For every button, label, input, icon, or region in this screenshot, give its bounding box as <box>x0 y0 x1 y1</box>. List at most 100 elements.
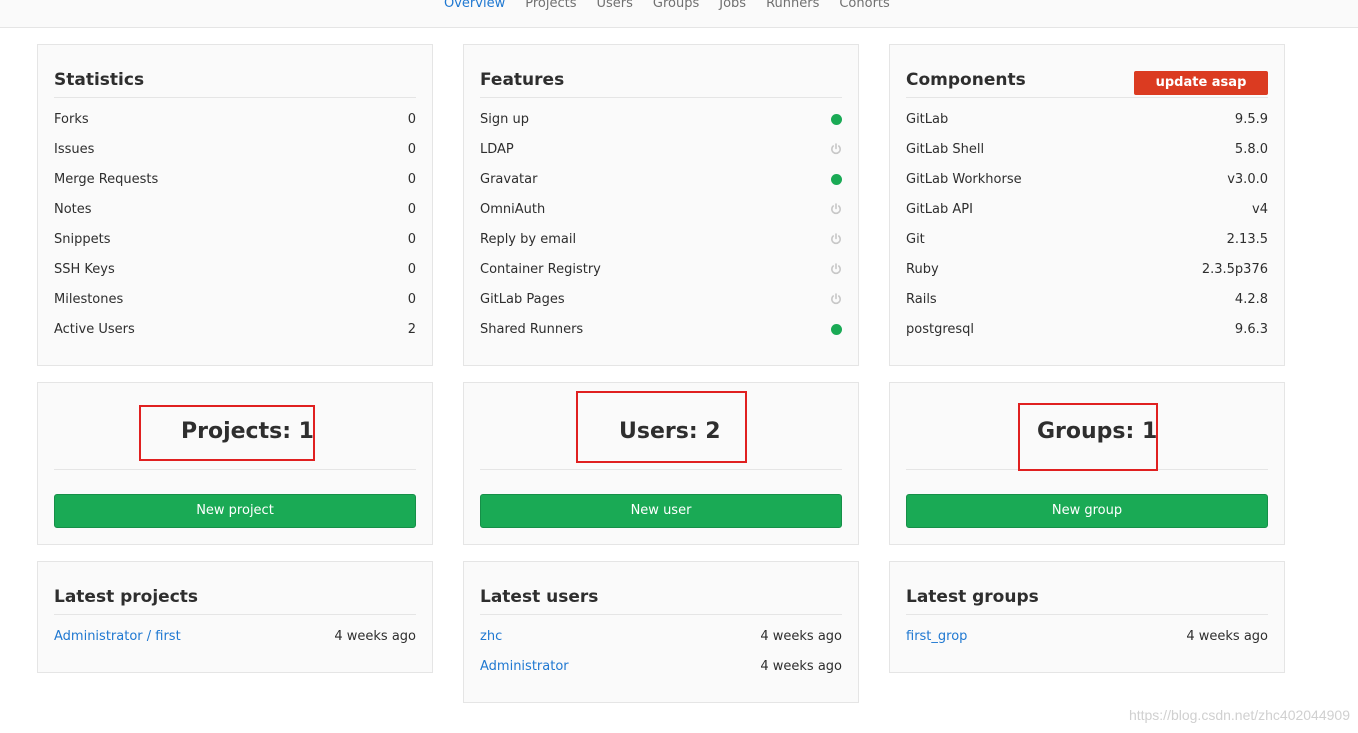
new-project-button[interactable]: New project <box>54 494 416 528</box>
feature-label: GitLab Pages <box>480 291 565 307</box>
feature-row: Shared Runners <box>480 314 842 344</box>
users-highlight-box <box>576 391 747 463</box>
time-ago: 4 weeks ago <box>760 628 842 644</box>
component-version: 5.8.0 <box>1234 141 1268 157</box>
feature-label: Shared Runners <box>480 321 584 337</box>
admin-top-nav: Overview Projects Users Groups Jobs Runn… <box>0 0 1358 28</box>
feature-row: Sign up <box>480 104 842 134</box>
tab-jobs[interactable]: Jobs <box>719 0 746 12</box>
power-off-icon <box>830 233 842 245</box>
component-label: GitLab Shell <box>906 141 985 157</box>
features-list: Sign up LDAP Gravatar OmniAuth Reply by emai… <box>480 104 842 344</box>
statistic-value: 0 <box>407 291 416 307</box>
feature-label: Reply by email <box>480 231 577 247</box>
statistic-value: 0 <box>407 261 416 277</box>
component-row: Rails 4.2.8 <box>906 284 1268 314</box>
component-label: postgresql <box>906 321 975 337</box>
user-link[interactable]: zhc <box>480 629 502 644</box>
feature-row: GitLab Pages <box>480 284 842 314</box>
statistic-row: Issues 0 <box>54 134 416 164</box>
statistics-list: Forks 0 Issues 0 Merge Requests 0 Notes 0 Snippe… <box>54 104 416 344</box>
new-group-button[interactable]: New group <box>906 494 1268 528</box>
statistic-row: Merge Requests 0 <box>54 164 416 194</box>
feature-row: Reply by email <box>480 224 842 254</box>
feature-row: LDAP <box>480 134 842 164</box>
tab-cohorts[interactable]: Cohorts <box>839 0 889 12</box>
project-link[interactable]: Administrator / first <box>54 629 181 644</box>
component-row: postgresql 9.6.3 <box>906 314 1268 344</box>
time-ago: 4 weeks ago <box>1186 628 1268 644</box>
component-label: GitLab <box>906 111 949 127</box>
tab-runners[interactable]: Runners <box>766 0 819 12</box>
statistic-label: Snippets <box>54 231 111 247</box>
group-link[interactable]: first_grop <box>906 629 967 644</box>
feature-label: Sign up <box>480 111 529 127</box>
feature-label: OmniAuth <box>480 201 546 217</box>
feature-enabled-icon <box>831 173 842 185</box>
statistic-label: Active Users <box>54 321 135 337</box>
components-panel: Components update asap GitLab 9.5.9 GitLab… <box>889 44 1285 366</box>
update-asap-badge[interactable]: update asap <box>1134 71 1268 95</box>
power-off-icon <box>830 143 842 155</box>
statistic-value: 0 <box>407 171 416 187</box>
projects-highlight-box <box>139 405 315 461</box>
feature-enabled-icon <box>831 113 842 125</box>
new-user-button[interactable]: New user <box>480 494 842 528</box>
component-version: 2.3.5p376 <box>1201 261 1268 277</box>
component-row: Ruby 2.3.5p376 <box>906 254 1268 284</box>
statistic-value: 0 <box>407 231 416 247</box>
tab-groups[interactable]: Groups <box>653 0 699 12</box>
feature-row: Container Registry <box>480 254 842 284</box>
time-ago: 4 weeks ago <box>334 628 416 644</box>
admin-tabs: Overview Projects Users Groups Jobs Runn… <box>444 0 910 12</box>
component-version: 2.13.5 <box>1226 231 1268 247</box>
feature-label: Gravatar <box>480 171 538 187</box>
user-link[interactable]: Administrator <box>480 659 569 674</box>
power-off-icon <box>830 293 842 305</box>
statistic-row: Active Users 2 <box>54 314 416 344</box>
watermark: https://blog.csdn.net/zhc402044909 <box>1128 707 1350 723</box>
component-row: GitLab Shell 5.8.0 <box>906 134 1268 164</box>
component-label: Rails <box>906 291 937 307</box>
component-version: v4 <box>1252 201 1268 217</box>
statistic-row: Milestones 0 <box>54 284 416 314</box>
component-row: GitLab 9.5.9 <box>906 104 1268 134</box>
components-list: GitLab 9.5.9 GitLab Shell 5.8.0 GitLab Workh… <box>906 104 1268 344</box>
latest-projects-title: Latest projects <box>54 587 416 615</box>
feature-label: LDAP <box>480 141 514 157</box>
statistic-row: Snippets 0 <box>54 224 416 254</box>
feature-row: Gravatar <box>480 164 842 194</box>
latest-users-panel: Latest users zhc 4 weeks ago Administrator… <box>463 561 859 703</box>
tab-projects[interactable]: Projects <box>525 0 576 12</box>
feature-label: Container Registry <box>480 261 601 277</box>
latest-user-row: zhc 4 weeks ago <box>480 621 842 651</box>
component-label: GitLab Workhorse <box>906 171 1022 187</box>
statistic-value: 0 <box>407 111 416 127</box>
statistic-label: Notes <box>54 201 92 217</box>
component-version: 9.5.9 <box>1234 111 1268 127</box>
component-row: GitLab API v4 <box>906 194 1268 224</box>
tab-users[interactable]: Users <box>596 0 632 12</box>
component-version: 4.2.8 <box>1234 291 1268 307</box>
latest-project-row: Administrator / first 4 weeks ago <box>54 621 416 651</box>
statistic-row: SSH Keys 0 <box>54 254 416 284</box>
latest-groups-panel: Latest groups first_grop 4 weeks ago <box>889 561 1285 673</box>
time-ago: 4 weeks ago <box>760 658 842 674</box>
power-off-icon <box>830 263 842 275</box>
statistics-title: Statistics <box>54 70 416 98</box>
component-row: GitLab Workhorse v3.0.0 <box>906 164 1268 194</box>
component-version: v3.0.0 <box>1227 171 1268 187</box>
statistic-value: 0 <box>407 141 416 157</box>
latest-users-title: Latest users <box>480 587 842 615</box>
tab-overview[interactable]: Overview <box>444 0 505 12</box>
power-off-icon <box>830 203 842 215</box>
statistic-row: Notes 0 <box>54 194 416 224</box>
latest-user-row: Administrator 4 weeks ago <box>480 651 842 681</box>
latest-projects-panel: Latest projects Administrator / first 4 w… <box>37 561 433 673</box>
statistic-label: SSH Keys <box>54 261 115 277</box>
component-version: 9.6.3 <box>1234 321 1268 337</box>
latest-group-row: first_grop 4 weeks ago <box>906 621 1268 651</box>
statistic-label: Issues <box>54 141 95 157</box>
statistic-row: Forks 0 <box>54 104 416 134</box>
features-title: Features <box>480 70 842 98</box>
